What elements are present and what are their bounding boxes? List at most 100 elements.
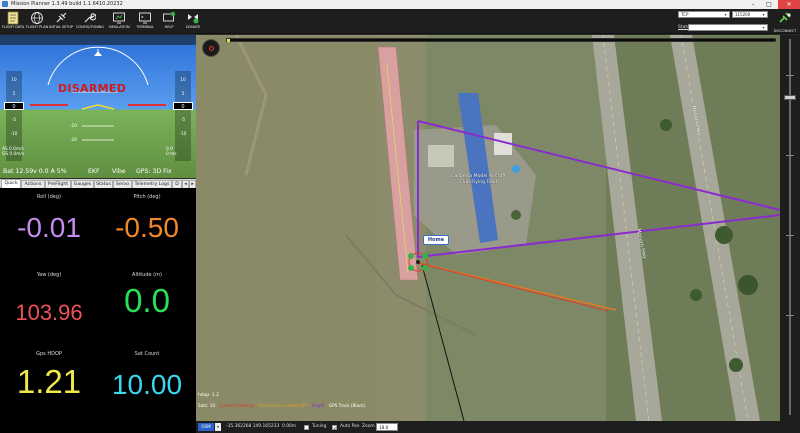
speed-tick: 5 <box>12 91 16 96</box>
club-label-line2: Club Flying Field <box>459 180 498 185</box>
flight-plan-label: FLIGHT PLAN <box>25 25 49 29</box>
tuning-checkbox[interactable] <box>304 425 309 430</box>
home-marker[interactable]: Home <box>423 235 449 245</box>
app-icon <box>2 1 8 7</box>
terminal-label: TERMINAL <box>136 25 154 29</box>
quick-hdop[interactable]: Gps HDOP 1.21 <box>0 351 98 400</box>
map-view[interactable]: Home Canberra Model Aircraft Club Flying… <box>196 35 780 421</box>
zoom-tick <box>786 235 794 236</box>
map-compass-button[interactable] <box>202 39 220 57</box>
quick-roll-value: -0.01 <box>17 212 81 243</box>
sats-text: Sats: 10 <box>198 403 216 408</box>
quick-satcount[interactable]: Sat Count 10.00 <box>98 351 196 400</box>
flight-data-label: FLIGHT DATA <box>1 25 25 29</box>
map-type-select[interactable]: OSM <box>198 423 214 431</box>
map-type-dropdown-icon[interactable]: ▾ <box>215 423 221 431</box>
altitude-tape: 10 5 0 -5 -10 <box>173 71 193 161</box>
map-status-bar: OSM ▾ -35.362268 149.165233 0.00m Tuning… <box>196 421 800 433</box>
ekf-text[interactable]: EKF <box>88 168 100 175</box>
vibe-text[interactable]: Vibe <box>112 168 126 175</box>
groundspeed-text: GS 0.0m/s <box>2 152 25 157</box>
baud-select[interactable]: 115200 ▾ <box>732 11 768 18</box>
quick-panel: Roll (deg) -0.01 Pitch (deg) -0.50 Yaw (… <box>0 188 196 433</box>
help-button[interactable]: HELP <box>156 10 182 33</box>
initial-setup-button[interactable]: INITIAL SETUP <box>48 10 74 33</box>
disconnect-button[interactable]: DISCONNECT <box>770 10 800 34</box>
panel-tabs: Quick Actions PreFlight Gauges Status Se… <box>0 179 196 188</box>
close-button[interactable]: ✕ <box>778 0 800 9</box>
alt-tick: 5 <box>181 91 185 96</box>
tab-actions[interactable]: Actions <box>21 180 45 188</box>
battery-text: Bat 12.59v 0.0 A 5% <box>3 168 67 175</box>
tab-scroll-right[interactable]: ▸ <box>189 180 196 188</box>
window-title: Mission Planner 1.3.49 build 1.1.6410.20… <box>11 1 123 7</box>
tuning-label: Tuning <box>312 424 327 429</box>
alt-tick: 10 <box>180 77 186 82</box>
flight-data-button[interactable]: FLIGHT DATA <box>0 10 26 33</box>
connection-controls: TCP ▾ 115200 ▾ Stats... ▾ <box>678 11 768 33</box>
quick-altitude[interactable]: Altitude (m) 0.0 <box>98 272 196 317</box>
gps-text: GPS: 3D Fix <box>136 168 172 175</box>
quick-roll[interactable]: Roll (deg) -0.01 <box>0 194 98 243</box>
tab-telemetry-logs[interactable]: Telemetry Logs <box>132 180 172 188</box>
maximize-button[interactable]: □ <box>762 0 776 9</box>
disconnect-label: DISCONNECT <box>773 29 797 33</box>
tab-quick[interactable]: Quick <box>1 179 21 188</box>
progress-marker <box>227 39 230 42</box>
pitch-tick-minus20: -20 <box>70 138 78 143</box>
quick-altitude-label: Altitude (m) <box>132 272 162 278</box>
simulation-button[interactable]: SIMULATION <box>106 10 132 33</box>
compass-dot-icon <box>209 46 214 51</box>
monitor-icon <box>113 12 125 24</box>
quick-yaw[interactable]: Yaw (deg) 103.96 <box>0 272 98 328</box>
stats-select[interactable]: ▾ <box>688 24 768 31</box>
flight-plan-button[interactable]: FLIGHT PLAN <box>24 10 50 33</box>
quick-hdop-value: 1.21 <box>16 363 82 400</box>
zoom-input[interactable]: 18.0 <box>376 423 398 431</box>
map-progress-strip <box>226 38 776 42</box>
config-tuning-button[interactable]: CONFIG/TUNING <box>76 10 104 33</box>
baud-dropdown-icon: ▾ <box>762 12 765 17</box>
terminal-icon <box>139 12 151 24</box>
quick-pitch[interactable]: Pitch (deg) -0.50 <box>98 194 196 243</box>
club-label: Canberra Model Aircraft Club Flying Fiel… <box>451 174 506 186</box>
quick-roll-label: Roll (deg) <box>36 194 61 200</box>
donate-label: DONATE <box>185 25 201 29</box>
alt-tick: -5 <box>180 117 186 122</box>
port-value: TCP <box>681 12 689 17</box>
plug-disconnect-icon <box>779 12 791 23</box>
wrench-icon <box>84 13 96 23</box>
alt-tick: -10 <box>179 131 187 136</box>
help-icon <box>163 11 176 22</box>
quick-hdop-label: Gps HDOP <box>36 351 62 357</box>
zoom-thumb[interactable] <box>784 95 796 100</box>
port-select[interactable]: TCP ▾ <box>678 11 730 18</box>
initial-setup-label: INITIAL SETUP <box>49 25 73 29</box>
legend-gps-track: GPS Track (Black) <box>328 403 366 408</box>
zoom-slider[interactable] <box>780 35 800 421</box>
tab-status[interactable]: Status <box>94 180 113 188</box>
tab-scroll-left[interactable]: ◂ <box>182 180 189 188</box>
tab-dataflash[interactable]: D <box>172 180 182 188</box>
tab-servo[interactable]: Servo <box>113 180 132 188</box>
arm-status: DISARMED <box>58 82 127 95</box>
baud-value: 115200 <box>735 12 751 17</box>
minimize-button[interactable]: – <box>746 0 760 9</box>
latency-text: 0 ms <box>166 152 177 157</box>
zoom-tick <box>786 155 794 156</box>
zoom-tick <box>786 315 794 316</box>
main-toolbar: FLIGHT DATA FLIGHT PLAN INITIAL SETUP CO… <box>0 9 800 34</box>
donate-button[interactable]: DONATE <box>180 10 206 33</box>
tab-preflight[interactable]: PreFlight <box>45 180 71 188</box>
map-imagery <box>196 35 780 421</box>
autopan-checkbox[interactable] <box>332 423 337 433</box>
airspeed-info: AS 0.0m/s GS 0.0m/s <box>2 147 24 157</box>
legend-target: Target <box>311 403 325 408</box>
tab-gauges[interactable]: Gauges <box>71 180 94 188</box>
legend-direction: Direction to current WP <box>258 403 308 408</box>
pitch-tick-minus10: -10 <box>70 124 78 129</box>
quick-pitch-label: Pitch (deg) <box>133 194 161 200</box>
coords-text: -35.362268 149.165233 <box>226 424 280 429</box>
quick-satcount-value: 10.00 <box>111 369 183 400</box>
terminal-button[interactable]: TERMINAL <box>132 10 158 33</box>
